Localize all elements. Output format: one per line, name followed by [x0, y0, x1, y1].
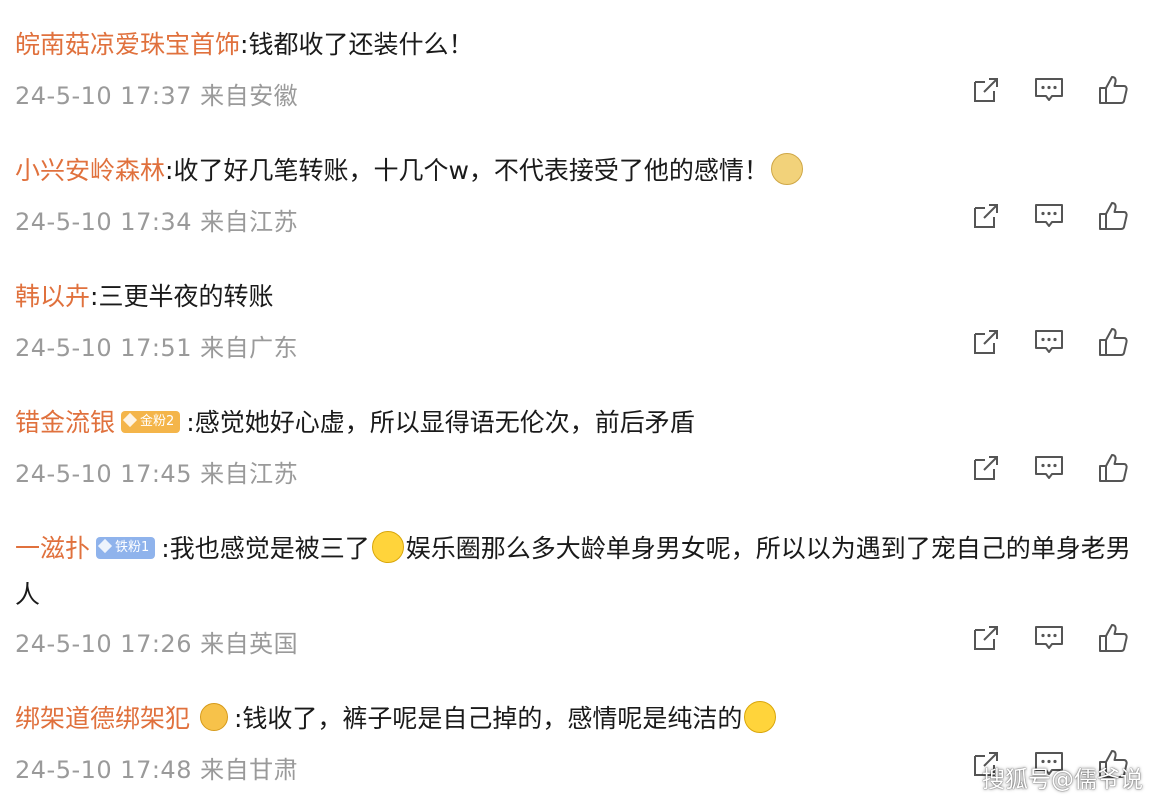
comment-username[interactable]: 一滋扑 — [15, 534, 90, 563]
comment-icon[interactable] — [1033, 74, 1065, 106]
comment-location: 来自广东 — [200, 334, 299, 362]
comment-text: 收了好几笔转账，十几个w，不代表接受了他的感情！ — [173, 156, 769, 185]
thumbs-up-icon[interactable] — [1097, 326, 1129, 358]
comment-location: 来自英国 — [200, 630, 299, 658]
comment-body: 韩以卉:三更半夜的转账 — [15, 274, 273, 320]
comment-username[interactable]: 皖南菇凉爱珠宝首饰 — [15, 30, 240, 59]
comment-meta: 24-5-10 17:51 来自广东 — [15, 328, 298, 363]
laugh-cry-emoji-icon — [744, 701, 777, 733]
doge-emoji-icon — [770, 153, 803, 185]
comment-username[interactable]: 错金流银 — [15, 408, 115, 437]
comment-meta: 24-5-10 17:45 来自江苏 — [15, 454, 298, 489]
comment-icon[interactable] — [1033, 622, 1065, 654]
comment-meta: 24-5-10 17:37 来自安徽 — [15, 76, 298, 111]
thumbs-up-icon[interactable] — [1097, 452, 1129, 484]
comment-username[interactable]: 小兴安岭森林 — [15, 156, 165, 185]
thumbs-up-icon[interactable] — [1097, 622, 1129, 654]
comment-icon[interactable] — [1033, 452, 1065, 484]
comment-text: 钱收了，裤子呢是自己掉的，感情呢是纯洁的 — [242, 704, 743, 733]
fan-badge[interactable]: 铁粉1 — [96, 537, 156, 559]
share-icon[interactable] — [970, 452, 1002, 484]
comment-text: 钱都收了还装什么！ — [248, 30, 474, 59]
share-icon[interactable] — [970, 622, 1002, 654]
comment-time: 24-5-10 17:51 — [15, 334, 192, 362]
fan-badge[interactable]: 金粉2 — [121, 411, 181, 433]
comment-icon[interactable] — [1033, 200, 1065, 232]
comment-username[interactable]: 韩以卉 — [15, 282, 90, 311]
comment-body: 小兴安岭森林:收了好几笔转账，十几个w，不代表接受了他的感情！ — [15, 148, 805, 194]
comment-body: 错金流银 金粉2:感觉她好心虚，所以显得语无伦次，前后矛盾 — [15, 400, 695, 446]
watermark: 搜狐号@儒爷说 — [982, 767, 1143, 793]
comment-icon[interactable] — [1033, 326, 1065, 358]
share-icon[interactable] — [970, 74, 1002, 106]
comment-location: 来自安徽 — [200, 82, 299, 110]
comment-location: 来自江苏 — [200, 208, 299, 236]
share-icon[interactable] — [970, 200, 1002, 232]
comment-separator: : — [161, 534, 170, 563]
comment-meta: 24-5-10 17:26 来自英国 — [15, 624, 298, 659]
thumbs-up-icon[interactable] — [1097, 200, 1129, 232]
comment-body: 皖南菇凉爱珠宝首饰:钱都收了还装什么！ — [15, 22, 473, 68]
comment-time: 24-5-10 17:34 — [15, 208, 192, 236]
laugh-cry-emoji-icon — [371, 531, 404, 563]
comment-username[interactable]: 绑架道德绑架犯 — [15, 704, 190, 733]
comment-meta: 24-5-10 17:34 来自江苏 — [15, 202, 298, 237]
share-icon[interactable] — [970, 326, 1002, 358]
fan-badge-label: 铁粉1 — [115, 540, 150, 555]
comment-text: 三更半夜的转账 — [98, 282, 274, 311]
comment-time: 24-5-10 17:37 — [15, 82, 192, 110]
gem-icon — [122, 412, 138, 428]
comment-meta: 24-5-10 17:48 来自甘肃 — [15, 750, 298, 785]
comment-body: 绑架道德绑架犯 :钱收了，裤子呢是自己掉的，感情呢是纯洁的 — [15, 696, 778, 742]
thumbs-up-icon[interactable] — [1097, 74, 1129, 106]
crown-icon — [199, 703, 228, 731]
fan-badge-label: 金粉2 — [140, 414, 175, 429]
comment-text: 我也感觉是被三了 — [169, 534, 370, 563]
comment-time: 24-5-10 17:45 — [15, 460, 192, 488]
comment-location: 来自甘肃 — [200, 756, 299, 784]
comment-separator: : — [186, 408, 195, 437]
comment-body: 一滋扑 铁粉1:我也感觉是被三了 娱乐圈那么多大龄单身男女呢，所以以为遇到了宠自己的… — [15, 526, 1145, 618]
comment-location: 来自江苏 — [200, 460, 299, 488]
comment-text: 感觉她好心虚，所以显得语无伦次，前后矛盾 — [194, 408, 695, 437]
comment-time: 24-5-10 17:48 — [15, 756, 192, 784]
comment-time: 24-5-10 17:26 — [15, 630, 192, 658]
gem-icon — [97, 538, 113, 554]
